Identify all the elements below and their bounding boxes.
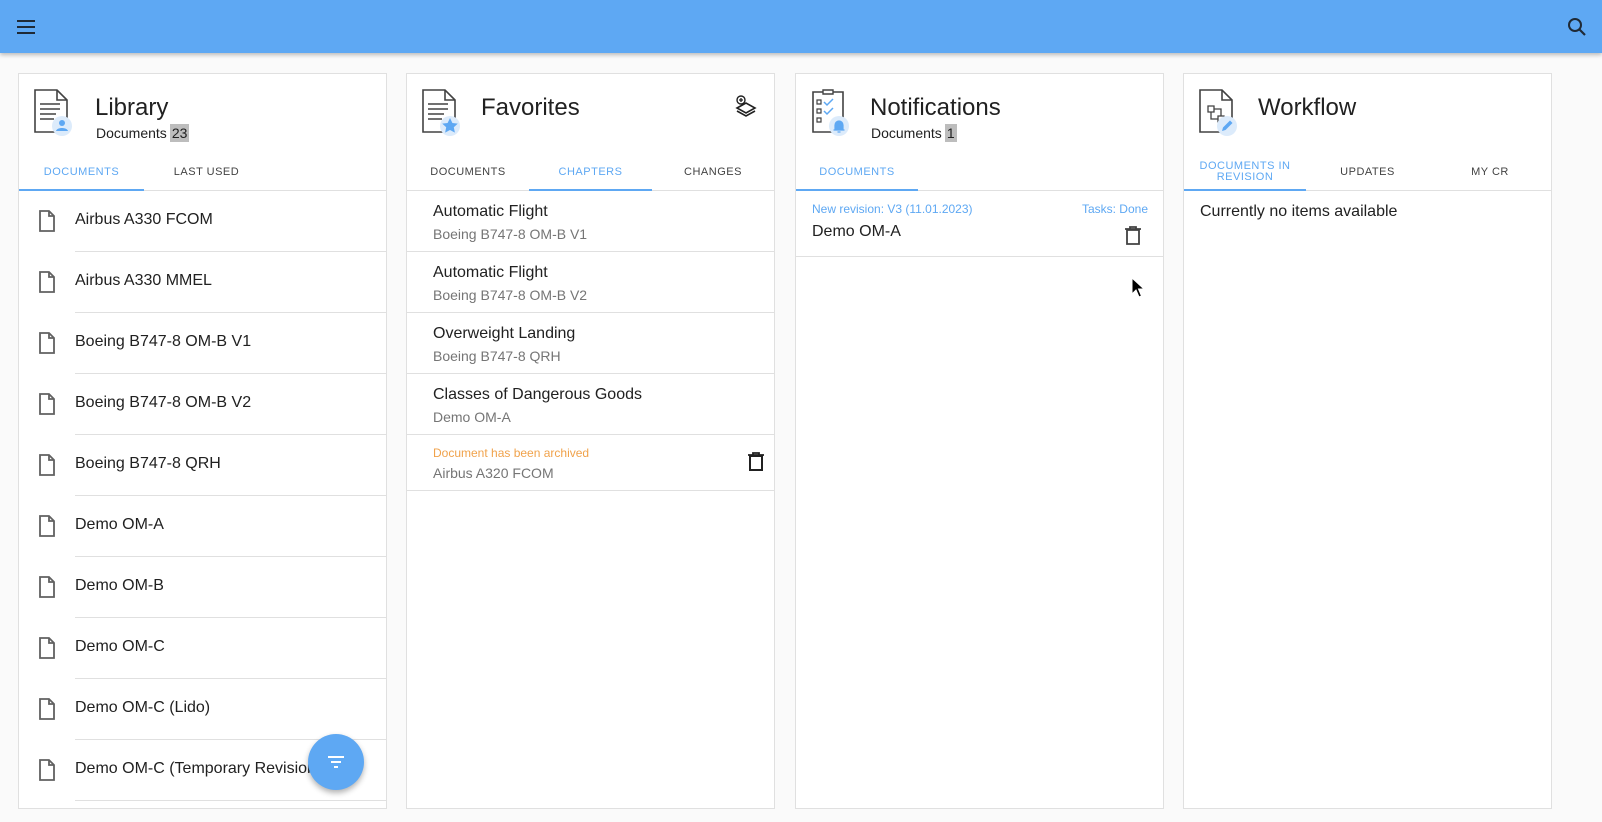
menu-icon[interactable] (14, 15, 38, 39)
favorites-document-star-icon (421, 88, 465, 138)
document-icon (37, 637, 57, 659)
library-item[interactable]: Boeing B747-8 QRH (19, 435, 386, 496)
tab-workflow-documents-in-revision[interactable]: DOCUMENTS IN REVISION (1184, 154, 1306, 191)
favorite-document: Boeing B747-8 QRH (433, 348, 561, 364)
tab-notifications-documents[interactable]: DOCUMENTS (796, 154, 918, 191)
delete-icon[interactable] (1121, 224, 1145, 248)
document-icon (37, 454, 57, 476)
favorite-item[interactable]: Automatic Flight Boeing B747-8 OM-B V2 (407, 252, 774, 313)
library-item[interactable]: Demo OM-B (19, 557, 386, 618)
notifications-checklist-bell-icon (810, 88, 854, 138)
tab-library-last-used[interactable]: LAST USED (144, 154, 269, 190)
library-item[interactable]: Demo OM-C (Lido) (19, 679, 386, 740)
favorites-list: Automatic Flight Boeing B747-8 OM-B V1 Au… (407, 191, 774, 491)
library-header: Library Documents 23 (19, 74, 386, 154)
favorites-tabs: DOCUMENTS CHAPTERS CHANGES (407, 154, 774, 191)
favorite-item[interactable]: Overweight Landing Boeing B747-8 QRH (407, 313, 774, 374)
library-item-label: Demo OM-A (75, 516, 164, 533)
document-icon (37, 759, 57, 781)
tasks-status: Tasks: Done (1081, 202, 1148, 216)
library-item-label: Boeing B747-8 QRH (75, 455, 221, 472)
library-item[interactable]: Airbus A330 FCOM (19, 191, 386, 252)
workflow-card: Workflow DOCUMENTS IN REVISION UPDATES M… (1183, 73, 1552, 809)
library-item-label: Demo OM-C (Lido) (75, 699, 211, 716)
library-document-user-icon (33, 88, 77, 138)
document-icon (37, 210, 57, 232)
tab-favorites-documents[interactable]: DOCUMENTS (407, 154, 529, 190)
favorites-header: Favorites (407, 74, 774, 154)
notification-document: Demo OM-A (812, 223, 901, 240)
workflow-empty-text: Currently no items available (1200, 203, 1398, 220)
workflow-tabs: DOCUMENTS IN REVISION UPDATES MY CR (1184, 154, 1551, 191)
tab-workflow-updates[interactable]: UPDATES (1306, 154, 1429, 190)
notifications-count-badge: 1 (944, 124, 957, 142)
favorite-chapter: Automatic Flight (433, 203, 548, 220)
tab-favorites-chapters[interactable]: CHAPTERS (529, 154, 652, 191)
library-item[interactable]: Demo OM-C (19, 618, 386, 679)
workflow-title: Workflow (1258, 94, 1357, 121)
tab-favorites-changes[interactable]: CHANGES (652, 154, 774, 190)
favorite-document: Demo OM-A (433, 409, 511, 425)
library-document-list: Airbus A330 FCOM Airbus A330 MMEL Boeing… (19, 191, 386, 801)
library-item-label: Airbus A330 MMEL (75, 272, 212, 289)
delete-icon[interactable] (744, 450, 768, 474)
document-icon (37, 271, 57, 293)
notifications-tabs: DOCUMENTS (796, 154, 1163, 191)
document-icon (37, 515, 57, 537)
favorite-chapter: Overweight Landing (433, 325, 576, 342)
tab-workflow-my-cr[interactable]: MY CR (1429, 154, 1551, 190)
document-icon (37, 576, 57, 598)
notifications-card: Notifications Documents 1 DOCUMENTS New r… (795, 73, 1164, 809)
favorites-title: Favorites (481, 94, 580, 121)
favorite-document: Boeing B747-8 OM-B V1 (433, 226, 588, 242)
document-icon (37, 393, 57, 415)
library-item[interactable]: Boeing B747-8 OM-B V1 (19, 313, 386, 374)
notifications-subtitle: Documents 1 (871, 124, 957, 142)
favorite-chapter: Classes of Dangerous Goods (433, 386, 642, 403)
favorites-card: Favorites DOCUMENTS CHAPTERS CHANGES Aut… (406, 73, 775, 809)
library-card: Library Documents 23 DOCUMENTS LAST USED … (18, 73, 387, 809)
library-item[interactable]: Airbus A330 MMEL (19, 252, 386, 313)
divider (75, 800, 386, 801)
app-bar (0, 0, 1602, 53)
favorite-item[interactable]: Automatic Flight Boeing B747-8 OM-B V1 (407, 191, 774, 252)
favorite-item-archived[interactable]: Document has been archived Airbus A320 F… (407, 435, 774, 491)
revision-label: New revision: V3 (11.01.2023) (812, 202, 973, 216)
search-icon[interactable] (1565, 15, 1589, 39)
library-item-label: Boeing B747-8 OM-B V1 (75, 333, 252, 350)
notification-item[interactable]: New revision: V3 (11.01.2023) Tasks: Don… (796, 191, 1163, 257)
bookmark-add-icon[interactable] (734, 94, 758, 118)
library-item[interactable]: Demo OM-A (19, 496, 386, 557)
document-icon (37, 332, 57, 354)
library-count-badge: 23 (169, 124, 190, 142)
library-item-label: Demo OM-C (75, 638, 165, 655)
library-tabs: DOCUMENTS LAST USED (19, 154, 386, 191)
favorite-document: Airbus A320 FCOM (433, 465, 554, 481)
library-title: Library (95, 94, 169, 121)
archived-notice: Document has been archived (433, 446, 590, 460)
library-item-label: Demo OM-B (75, 577, 164, 594)
document-icon (37, 698, 57, 720)
library-item-label: Boeing B747-8 OM-B V2 (75, 394, 252, 411)
library-subtitle-label: Documents (96, 125, 167, 141)
library-subtitle: Documents 23 (96, 124, 190, 142)
favorite-item[interactable]: Classes of Dangerous Goods Demo OM-A (407, 374, 774, 435)
favorite-document: Boeing B747-8 OM-B V2 (433, 287, 588, 303)
favorite-chapter: Automatic Flight (433, 264, 548, 281)
notifications-subtitle-label: Documents (871, 125, 942, 141)
library-item-label: Airbus A330 FCOM (75, 211, 213, 228)
tab-library-documents[interactable]: DOCUMENTS (19, 154, 144, 191)
notifications-list: New revision: V3 (11.01.2023) Tasks: Don… (796, 191, 1163, 257)
mouse-cursor-icon (1131, 276, 1146, 299)
notifications-title: Notifications (870, 94, 1001, 121)
library-item-label: Demo OM-C (Temporary Revision) (75, 760, 322, 777)
workflow-document-edit-icon (1198, 88, 1242, 138)
notifications-header: Notifications Documents 1 (796, 74, 1163, 154)
workflow-header: Workflow (1184, 74, 1551, 154)
filter-button[interactable] (308, 734, 364, 790)
filter-icon (328, 756, 344, 768)
library-item[interactable]: Boeing B747-8 OM-B V2 (19, 374, 386, 435)
